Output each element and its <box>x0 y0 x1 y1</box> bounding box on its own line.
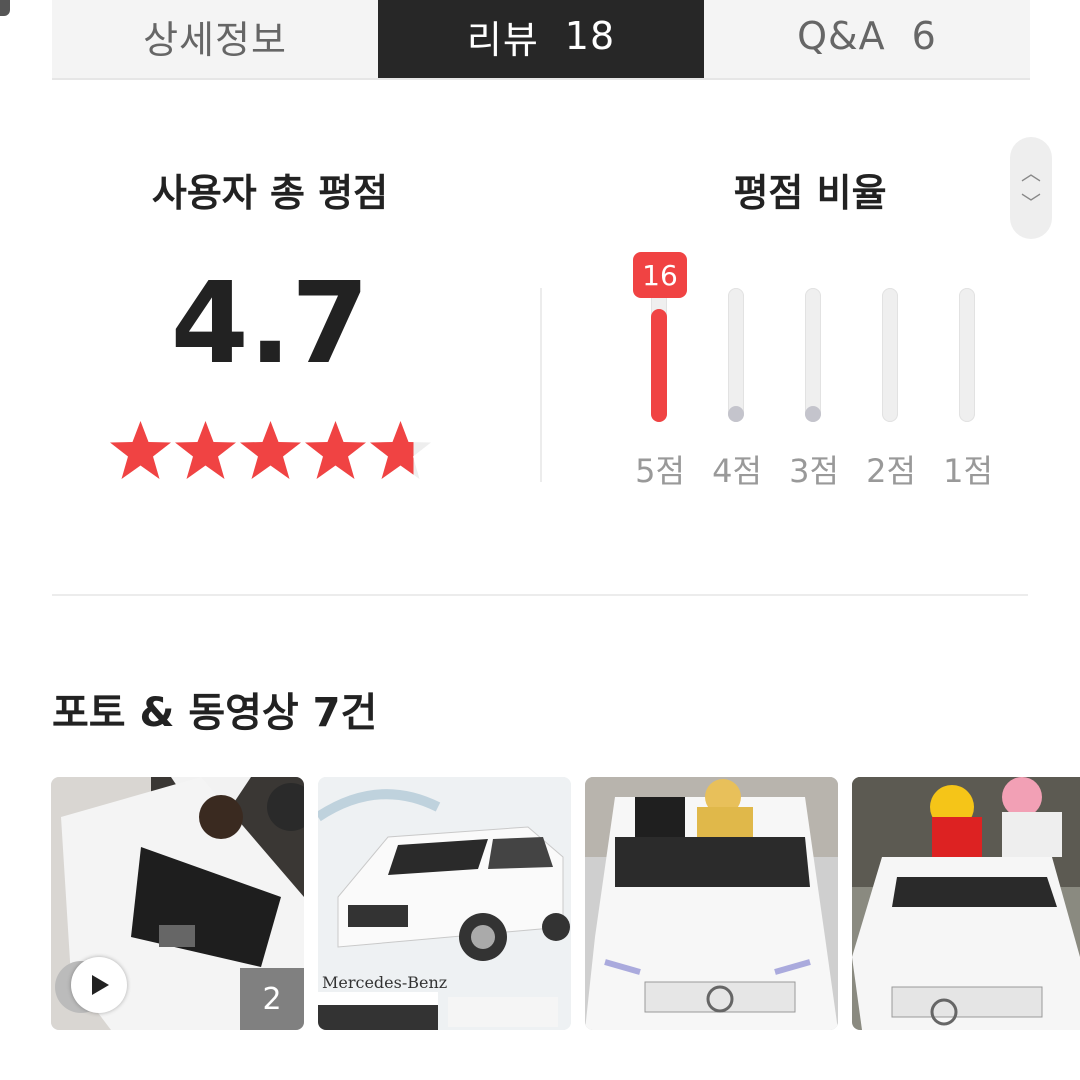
rating-bar-label: 5점 <box>635 452 685 490</box>
rating-bar-track <box>728 288 744 422</box>
star-icon <box>368 418 433 482</box>
section-divider <box>52 594 1028 596</box>
rating-bar-track <box>805 288 821 422</box>
photo-section-title: 포토 & 동영상 7건 <box>52 690 378 736</box>
star-icon <box>238 418 303 482</box>
more-count-badge: 2 <box>240 968 304 1030</box>
rating-bar-label: 1점 <box>943 452 993 490</box>
star-icon <box>173 418 238 482</box>
photo-thumbnail[interactable] <box>585 777 838 1030</box>
tab-reviews[interactable]: 리뷰 18 <box>378 0 704 78</box>
rating-bar-fill <box>728 406 744 422</box>
rating-bar-label: 4점 <box>712 452 762 490</box>
average-score: 4.7 <box>170 259 370 389</box>
total-rating-title: 사용자 총 평점 <box>151 171 389 215</box>
star-icon <box>108 418 173 482</box>
tab-qna-label: Q&A <box>797 14 886 58</box>
rating-bar-track <box>651 288 667 422</box>
tab-details[interactable]: 상세정보 <box>52 0 378 78</box>
rating-bar-track <box>959 288 975 422</box>
chevron-down-icon[interactable]: ﹀ <box>1021 193 1041 213</box>
rating-count-badge: 16 <box>633 252 687 298</box>
chevron-up-icon[interactable]: ︿ <box>1021 163 1041 183</box>
photo-caption: Mercedes-Benz <box>322 973 448 992</box>
tab-bar: 상세정보 리뷰 18 Q&A 6 <box>52 0 1030 80</box>
tab-reviews-count: 18 <box>564 14 616 58</box>
photo-thumbnail[interactable]: 2 <box>51 777 304 1030</box>
rating-bar-fill <box>651 309 667 422</box>
rating-bar-fill <box>805 406 821 422</box>
rating-ratio-title: 평점 비율 <box>733 171 887 215</box>
tab-reviews-label: 리뷰 <box>466 17 539 62</box>
scroll-control[interactable]: ︿ ﹀ <box>1010 137 1052 239</box>
photo-thumbnail[interactable]: Mercedes-Benz <box>318 777 571 1030</box>
rating-bar-label: 2점 <box>866 452 916 490</box>
rating-bar-track <box>882 288 898 422</box>
tab-qna[interactable]: Q&A 6 <box>704 0 1030 78</box>
photo-thumbnail[interactable] <box>852 777 1080 1030</box>
summary-divider <box>540 288 542 482</box>
play-icon[interactable] <box>71 957 127 1013</box>
tab-details-label: 상세정보 <box>143 17 287 62</box>
tab-qna-count: 6 <box>911 14 937 58</box>
star-icon <box>303 418 368 482</box>
star-rating <box>108 418 433 482</box>
rating-bar-label: 3점 <box>789 452 839 490</box>
corner-mark <box>0 0 10 16</box>
